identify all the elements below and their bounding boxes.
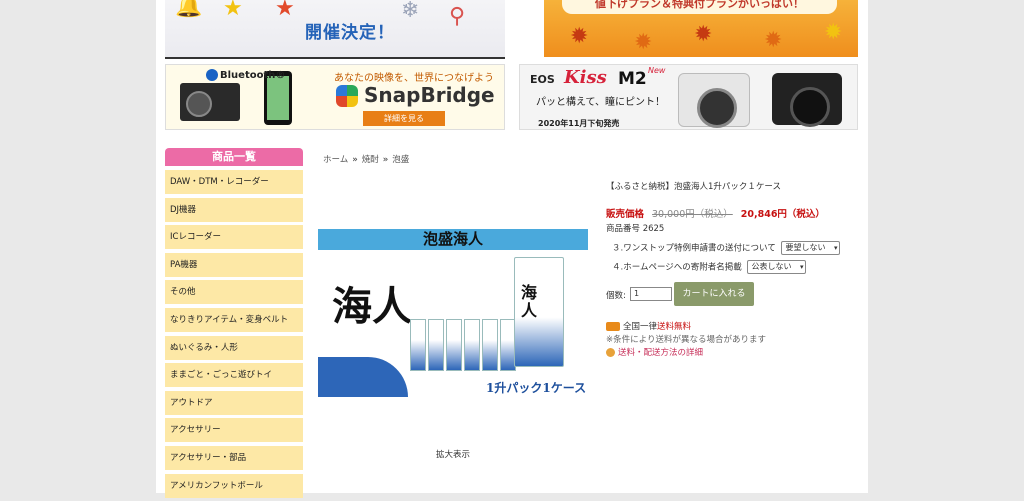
star-icon: ★ — [275, 0, 295, 21]
breadcrumb: ホーム» 焼酎» 泡盛 — [323, 155, 410, 165]
category-item[interactable]: なりきりアイテム・変身ベルト — [165, 307, 303, 332]
category-item[interactable]: アクセサリー・部品 — [165, 445, 303, 470]
new-badge: New — [648, 66, 666, 75]
onestop-select[interactable]: 要望しない ▾ — [781, 241, 841, 255]
category-item[interactable]: アクセサリー — [165, 418, 303, 443]
campaign-headline: 開催決定！ — [305, 23, 395, 43]
category-item[interactable]: アウトドア — [165, 390, 303, 415]
price-label: 販売価格 — [606, 209, 645, 220]
mini-pack-image — [464, 319, 480, 371]
eos-kiss-m2-banner[interactable]: EOS Kiss M2 New パッと構えて、瞳にピント！ 2020年11月下旬… — [519, 64, 858, 130]
option-donor-name-label: ４.ホームページへの寄附者名掲載 — [612, 262, 742, 273]
original-price: 30,000円（税込） — [652, 209, 733, 220]
product-number: 商品番号 2625 — [606, 224, 665, 234]
release-date: 2020年11月下旬発売 — [538, 119, 620, 128]
add-to-cart-button[interactable]: カートに入れる — [674, 282, 754, 306]
maple-leaf-icon: ✹ — [764, 28, 783, 53]
black-camera-image — [772, 73, 842, 127]
model-name: M2 — [618, 69, 647, 89]
option-onestop: ３.ワンストップ特例申請書の送付について 要望しない ▾ — [612, 241, 841, 255]
snapbridge-banner[interactable]: Bluetooth® あなたの映像を、世界につなげよう SnapBridge 詳… — [165, 64, 505, 130]
mini-pack-image — [446, 319, 462, 371]
category-item[interactable]: PA機器 — [165, 252, 303, 277]
product-name: 【ふるさと納税】泡盛海人1升パック１ケース — [606, 182, 781, 192]
product-image-title: 泡盛海人 — [422, 230, 483, 248]
product-image-logo: 海人 — [332, 283, 412, 330]
eos-brand: EOS — [530, 73, 555, 86]
snapbridge-details-button[interactable]: 詳細を見る — [363, 111, 445, 126]
truck-icon — [606, 322, 620, 331]
eos-copy: パッと構えて、瞳にピント！ — [536, 97, 665, 108]
category-item[interactable]: アメリカンフットボール — [165, 473, 303, 498]
christmas-campaign-banner[interactable]: 🔔 ★ ★ ❄ ⚲ 開催決定！ — [165, 0, 505, 59]
shipping-note: ※条件により送料が異なる場合があります — [606, 335, 766, 345]
category-item[interactable]: ままごと・ごっこ遊びトイ — [165, 363, 303, 388]
mini-pack-image — [482, 319, 498, 371]
category-list: DAW・DTM・レコーダー DJ機器 ICレコーダー PA機器 その他 なりきり… — [165, 170, 303, 501]
maple-leaf-icon: ✹ — [570, 24, 589, 49]
donor-name-select[interactable]: 公表しない ▾ — [747, 260, 807, 274]
category-item[interactable]: DAW・DTM・レコーダー — [165, 170, 303, 194]
product-image-caption: 1升パック1ケース — [486, 381, 587, 395]
mini-pack-image — [410, 319, 426, 371]
autumn-banner-text: 値下げプラン＆特典付プランがいっぱい！ — [562, 0, 837, 14]
carton-image: 海人 — [514, 257, 564, 367]
price-row: 販売価格 30,000円（税込） 20,846円（税込） — [606, 206, 825, 220]
snapbridge-logo-text: SnapBridge — [364, 83, 495, 107]
zoom-link[interactable]: 拡大表示 — [436, 448, 470, 460]
quantity-input[interactable]: 1 — [630, 287, 672, 301]
mini-pack-image — [428, 319, 444, 371]
shipping-details-link[interactable]: 送料・配送方法の詳細 — [606, 346, 703, 358]
maple-leaf-icon: ✹ — [824, 20, 843, 45]
category-item[interactable]: ICレコーダー — [165, 225, 303, 250]
star-icon: ★ — [223, 0, 243, 21]
camera-image — [180, 83, 240, 121]
product-image[interactable]: 泡盛海人 海人 海人 1升パック1ケース — [318, 229, 588, 399]
category-item[interactable]: ぬいぐるみ・人形 — [165, 335, 303, 360]
option-onestop-label: ３.ワンストップ特例申請書の送付について — [612, 243, 776, 254]
snapbridge-tagline: あなたの映像を、世界につなげよう — [334, 73, 494, 84]
snapbridge-logo-icon — [336, 85, 358, 107]
chevron-down-icon: ▾ — [799, 263, 804, 271]
white-camera-image — [678, 73, 750, 128]
option-donor-name: ４.ホームページへの寄附者名掲載 公表しない ▾ — [612, 260, 807, 274]
candy-cane-icon: ⚲ — [449, 4, 466, 29]
bluetooth-icon — [206, 69, 218, 81]
sale-price: 20,846円（税込） — [740, 209, 825, 220]
gear-icon — [606, 348, 615, 357]
bell-icon: 🔔 — [175, 0, 203, 19]
category-list-header: 商品一覧 — [165, 148, 303, 166]
shipping-info: 全国一律送料無料 — [606, 320, 691, 332]
category-item[interactable]: DJ機器 — [165, 197, 303, 222]
snowflake-icon: ❄ — [401, 0, 420, 23]
breadcrumb-shochu[interactable]: 焼酎 — [362, 155, 379, 165]
bluetooth-badge: Bluetooth® — [206, 69, 285, 81]
breadcrumb-home[interactable]: ホーム — [323, 155, 348, 165]
autumn-campaign-banner[interactable]: 値下げプラン＆特典付プランがいっぱい！ ✹ ✹ ✹ ✹ ✹ — [544, 0, 858, 57]
maple-leaf-icon: ✹ — [694, 22, 713, 47]
breadcrumb-awamori[interactable]: 泡盛 — [392, 155, 409, 165]
free-shipping-label: 送料無料 — [657, 322, 692, 332]
chevron-down-icon: ▾ — [833, 244, 838, 252]
maple-leaf-icon: ✹ — [634, 30, 653, 55]
kiss-brand: Kiss — [564, 67, 607, 88]
quantity-label: 個数: — [606, 291, 626, 301]
category-item[interactable]: その他 — [165, 280, 303, 305]
